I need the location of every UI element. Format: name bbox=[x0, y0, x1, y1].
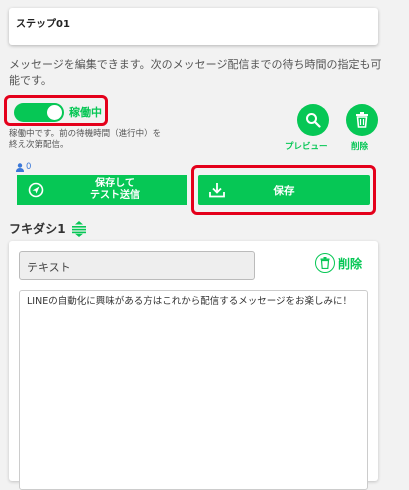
bubble-title-text: フキダシ1 bbox=[9, 222, 66, 236]
toggle-highlight: 稼働中 bbox=[4, 95, 108, 126]
save-label: 保存 bbox=[273, 185, 295, 197]
active-toggle[interactable] bbox=[14, 103, 64, 122]
edit-description: メッセージを編集できます。次のメッセージ配信までの待ち時間の指定も可能です。 bbox=[9, 58, 382, 87]
message-textarea[interactable]: LINEの自動化に興味がある方はこれから配信するメッセージをお楽しみに！ bbox=[19, 290, 368, 490]
delete-bubble-label: 削除 bbox=[338, 256, 363, 271]
bubble-card: テキスト 削除 LINEの自動化に興味がある方はこれから配信するメッセージをお楽… bbox=[9, 241, 378, 490]
drag-handle-icon[interactable] bbox=[70, 220, 88, 237]
preview-button[interactable] bbox=[297, 104, 329, 136]
delete-bubble-button[interactable]: 削除 bbox=[315, 253, 362, 273]
message-type-select[interactable]: テキスト bbox=[19, 251, 255, 280]
trash-icon bbox=[315, 253, 335, 273]
delete-step-label[interactable]: 削除 bbox=[351, 140, 368, 152]
toggle-knob bbox=[47, 105, 62, 120]
bubble-title: フキダシ1 bbox=[9, 220, 88, 237]
user-icon bbox=[16, 162, 24, 172]
status-note: 稼働中です。前の待機時間（進行中）を終え次第配信。 bbox=[9, 129, 162, 150]
save-button[interactable]: 保存 bbox=[198, 175, 370, 205]
delete-step-button[interactable] bbox=[346, 104, 378, 136]
save-and-test-send-label: 保存して テスト送信 bbox=[90, 178, 140, 201]
recipient-count: 0 bbox=[16, 162, 31, 172]
toggle-label: 稼働中 bbox=[69, 106, 102, 119]
save-and-test-send-button[interactable]: 保存して テスト送信 bbox=[17, 175, 187, 205]
step-card: ステップ01 bbox=[9, 8, 378, 45]
preview-label[interactable]: プレビュー bbox=[285, 140, 328, 152]
recipient-count-value: 0 bbox=[26, 162, 32, 172]
step-title: ステップ01 bbox=[16, 19, 70, 30]
send-icon bbox=[28, 182, 44, 198]
search-icon bbox=[306, 113, 321, 128]
trash-icon bbox=[356, 112, 368, 128]
